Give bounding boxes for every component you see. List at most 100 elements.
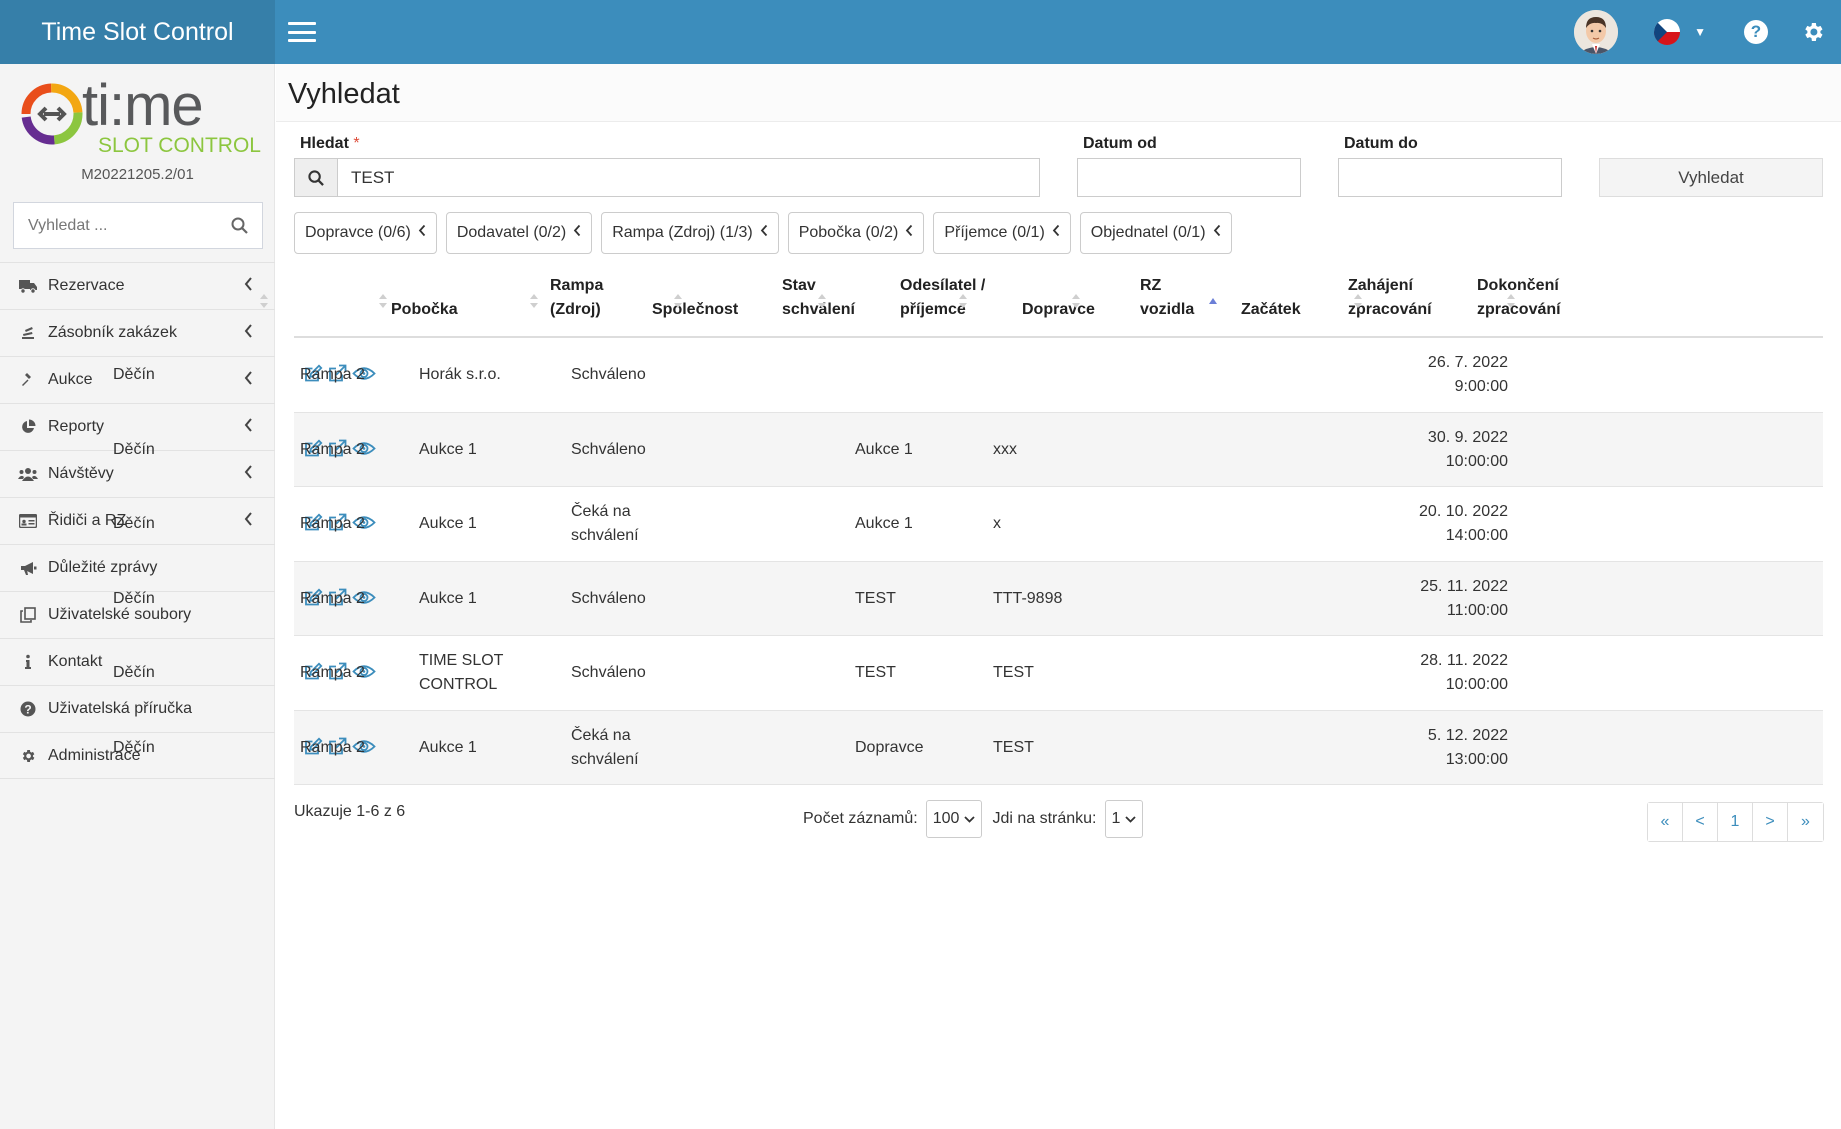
cell-rampa: Rampa 2: [300, 515, 365, 532]
next-page-button[interactable]: >: [1753, 803, 1788, 841]
column-header-dokonceni[interactable]: Dokončení zpracování: [1477, 270, 1587, 336]
pagination: «<1 >»: [1647, 802, 1824, 842]
app-title[interactable]: Time Slot Control: [0, 0, 275, 64]
cell-zacatek: 5. 12. 2022 13:00:00: [1384, 711, 1508, 785]
start-time: 14:00:00: [1445, 527, 1508, 544]
cell-dopravce: [855, 338, 985, 412]
date-to-input[interactable]: [1338, 158, 1562, 197]
cell-spolecnost: Aukce 1: [419, 440, 477, 458]
sort-icon[interactable]: [1353, 292, 1363, 310]
table-row: Děčín Rampa 2 TIME SLOT CONTROL Schváleno TE…: [113, 636, 1823, 711]
filter-dropdown-1[interactable]: Dodavatel (0/2): [445, 212, 593, 254]
column-header-zacatek[interactable]: Začátek: [1241, 270, 1331, 336]
cell-pobocka: Děčín: [113, 589, 155, 607]
column-header-spolecnost[interactable]: Společnost: [652, 270, 762, 336]
sort-icon[interactable]: [817, 292, 827, 310]
chevron-left-icon: [411, 224, 426, 242]
table-row: Děčín Rampa 2 Aukce 1 Čeká na schválení Dopr…: [113, 710, 1823, 785]
help-icon[interactable]: ?: [1744, 20, 1768, 44]
start-date: 20. 10. 2022: [1419, 503, 1508, 520]
search-label: Hledat *: [300, 135, 360, 152]
search-icon: [308, 169, 324, 186]
page-size-controls: Počet záznamů: 100 Jdi na stránku: 1: [803, 800, 1153, 838]
id-card-icon: [18, 512, 38, 530]
column-header-pobocka[interactable]: Pobočka: [391, 270, 526, 336]
sidebar-item-label: Reporty: [48, 418, 105, 435]
cell-dopravce: TEST: [855, 664, 896, 681]
filter-dropdown-3[interactable]: Pobočka (0/2): [787, 212, 925, 254]
search-input[interactable]: TEST: [338, 159, 1039, 196]
sort-icon[interactable]: [1071, 292, 1081, 310]
start-time: 11:00:00: [1446, 601, 1508, 619]
cell-dopravce: TEST: [855, 589, 896, 607]
start-date: 5. 12. 2022: [1427, 726, 1508, 744]
sidebar-item-0[interactable]: Rezervace: [0, 262, 275, 309]
content-header: [276, 64, 1841, 122]
date-from-input[interactable]: [1077, 158, 1301, 197]
first-page-button[interactable]: «: [1648, 803, 1683, 841]
sort-icon[interactable]: [1506, 292, 1516, 310]
sort-icon[interactable]: [378, 292, 388, 310]
per-page-label: Počet záznamů:: [803, 810, 918, 827]
search-input-group[interactable]: TEST: [294, 158, 1040, 197]
column-header-zahajeni[interactable]: Zahájení zpracování: [1348, 270, 1458, 336]
cell-spolecnost: Horák s.r.o.: [419, 366, 501, 383]
sort-icon[interactable]: [259, 292, 269, 310]
sidebar-item-label: Návštěvy: [48, 465, 114, 482]
stack-icon: [18, 324, 38, 342]
column-header-rampa[interactable]: Rampa (Zdroj): [550, 270, 630, 336]
filter-dropdown-4[interactable]: Příjemce (0/1): [933, 212, 1071, 254]
sort-icon[interactable]: [529, 292, 539, 310]
sidebar-toggle-button[interactable]: [285, 18, 319, 46]
column-header-rz[interactable]: RZ vozidla: [1140, 270, 1210, 336]
navbar-right: ▼ ?: [1574, 0, 1841, 64]
column-header-stav[interactable]: Stav schválení: [782, 270, 872, 336]
app-version: M20221205.2/01: [81, 166, 194, 183]
sort-icon[interactable]: [958, 292, 968, 310]
goto-page-select[interactable]: 1: [1104, 800, 1144, 838]
filter-dropdown-5[interactable]: Objednatel (0/1): [1079, 212, 1232, 254]
goto-page-label: Jdi na stránku:: [992, 810, 1097, 827]
cell-rampa: Rampa 2: [300, 366, 365, 383]
cell-zahajeni: [1240, 413, 1380, 487]
search-icon[interactable]: [231, 217, 248, 234]
page-1-button[interactable]: 1: [1718, 803, 1753, 841]
settings-gear-icon[interactable]: [1801, 20, 1825, 44]
prev-page-button[interactable]: <: [1683, 803, 1718, 841]
sort-icon[interactable]: [673, 292, 683, 310]
filter-dropdown-0[interactable]: Dopravce (0/6): [294, 212, 437, 254]
truck-icon: [18, 277, 38, 295]
sidebar-search-placeholder: Vyhledat ...: [28, 216, 108, 234]
filter-dropdown-2[interactable]: Rampa (Zdroj) (1/3): [601, 212, 779, 254]
cell-rz: [993, 338, 1123, 412]
last-page-button[interactable]: »: [1788, 803, 1823, 841]
search-button[interactable]: Vyhledat: [1599, 158, 1823, 197]
start-date: 26. 7. 2022: [1427, 354, 1508, 371]
sidebar-item-label: Kontakt: [48, 653, 103, 670]
cell-zacatek: 26. 7. 2022 9:00:00: [1384, 338, 1508, 412]
per-page-select[interactable]: 100: [925, 800, 983, 838]
user-avatar[interactable]: [1574, 10, 1619, 54]
chevron-left-icon: [1045, 224, 1060, 242]
sort-asc-icon[interactable]: [1208, 292, 1218, 310]
cell-stav: Schváleno: [571, 366, 646, 383]
chevron-down-icon: [1125, 815, 1137, 823]
svg-text:?: ?: [24, 702, 31, 716]
page-title: Vyhledat: [288, 78, 400, 110]
logo-subtitle: SLOT CONTROL: [98, 134, 261, 157]
table-row: Děčín Rampa 2 Horák s.r.o. Schváleno 26. 7. …: [113, 338, 1823, 413]
chevron-down-icon[interactable]: ▼: [1694, 25, 1706, 39]
column-header-odesilatel[interactable]: Odesílatel / příjemce: [900, 270, 990, 336]
cell-odesilatel: [710, 338, 840, 412]
cell-stav: Schváleno: [571, 589, 646, 607]
cell-pobocka: Děčín: [113, 440, 155, 458]
start-time: 9:00:00: [1454, 378, 1508, 395]
cell-rampa: Rampa 2: [300, 440, 365, 458]
sidebar-search-input[interactable]: Vyhledat ...: [13, 202, 263, 249]
start-time: 13:00:00: [1445, 750, 1508, 768]
chevron-down-icon: [964, 815, 976, 823]
question-icon: ?: [18, 700, 38, 718]
start-time: 10:00:00: [1445, 452, 1508, 470]
language-flag-icon[interactable]: [1654, 19, 1681, 45]
cell-spolecnost: Aukce 1: [419, 738, 477, 756]
